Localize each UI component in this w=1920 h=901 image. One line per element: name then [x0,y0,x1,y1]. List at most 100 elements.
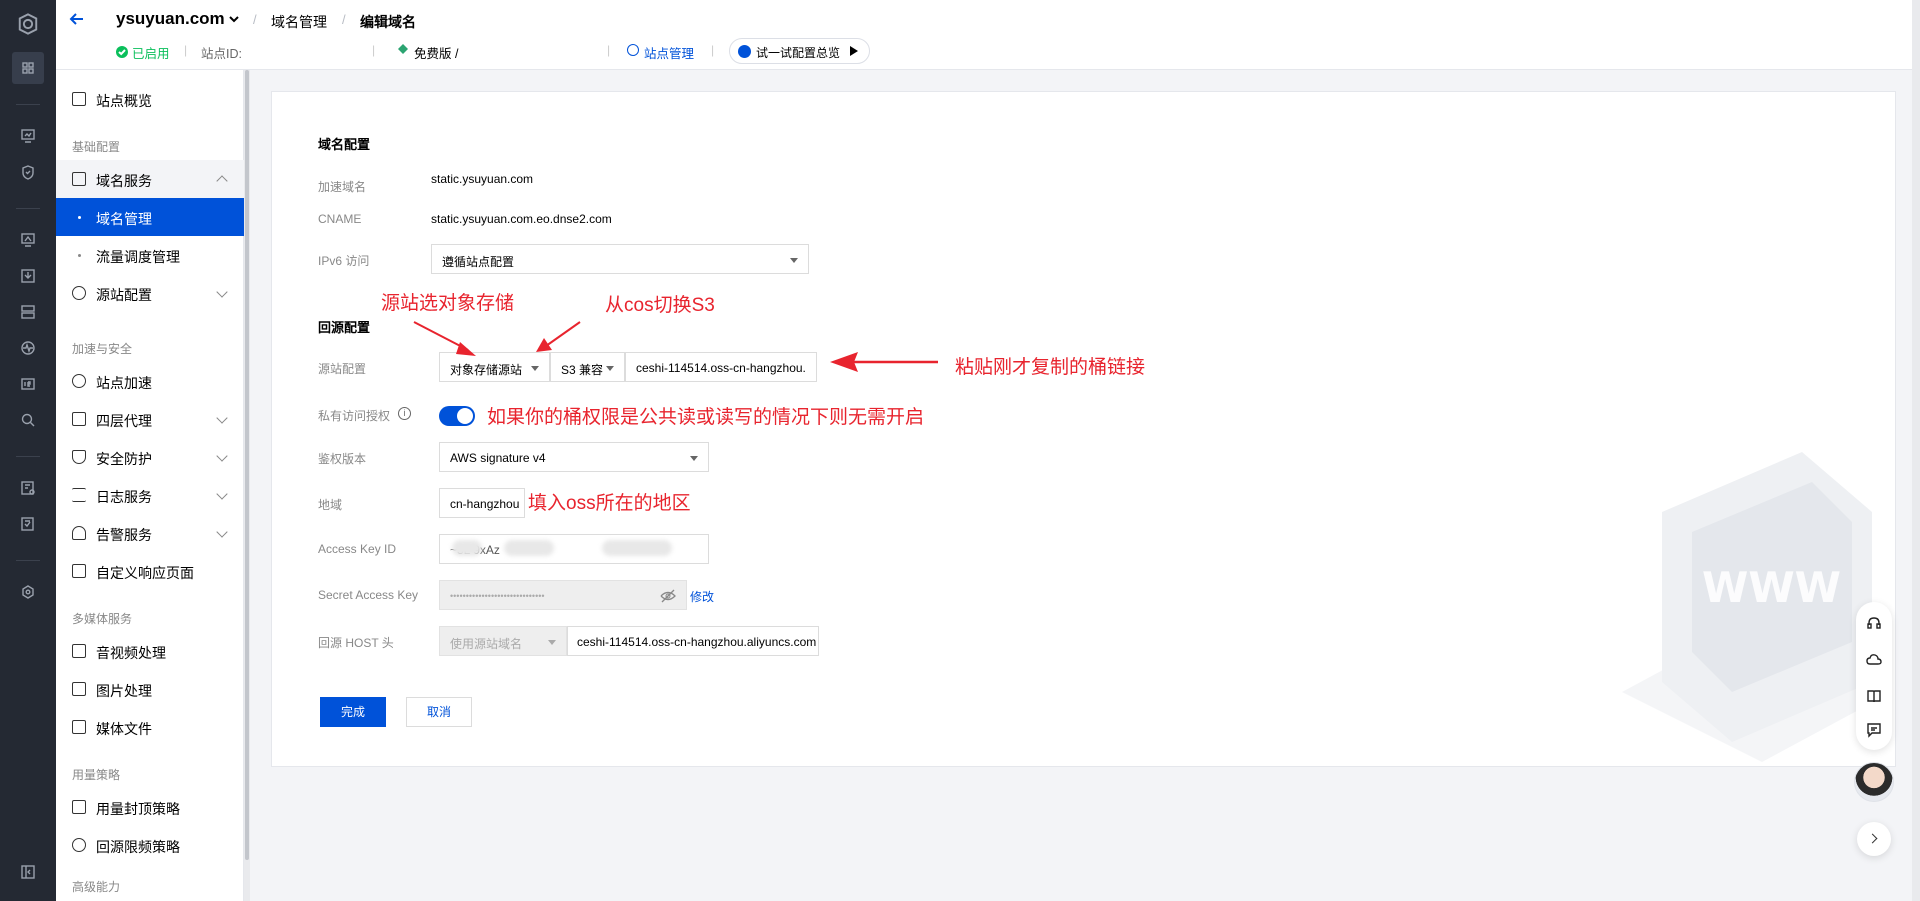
annotation-private-auth: 如果你的桶权限是公共读或读写的情况下则无需开启 [487,407,925,428]
chevron-down-icon [216,526,228,538]
download-icon[interactable] [18,266,38,286]
domain-edit-card: WWW 域名配置 加速域名 static.ysuyuan.com CNAME s… [271,91,1896,767]
annotation-s3: 从cos切换S3 [605,295,715,316]
eye-off-icon [660,589,676,603]
modify-secret-link[interactable]: 修改 [690,588,714,605]
sidebar-item-domain-manage[interactable]: 域名管理 [56,198,244,236]
region-input[interactable]: cn-hangzhou [439,488,525,518]
certificate-icon[interactable] [18,478,38,498]
page-icon [72,564,86,578]
arrow-annotation [830,352,938,372]
sidebar-group-basic: 基础配置 [72,140,121,154]
chevron-up-icon [216,175,228,187]
bell-icon [72,526,86,540]
breadcrumb-domain-manage[interactable]: 域名管理 [271,12,327,32]
breadcrumb-separator: / [253,12,257,27]
site-manage-link[interactable]: 站点管理 [644,43,694,62]
collapse-panel-icon[interactable] [18,862,38,882]
analytics-icon[interactable] [18,230,38,250]
caret-down-icon [531,366,539,371]
arrow-annotation [413,321,476,356]
chevron-down-icon[interactable] [227,12,241,26]
host-mode-select: 使用源站域名 [439,626,567,656]
sidebar-item-log-service[interactable]: 日志服务 [56,476,244,514]
info-icon[interactable]: i [398,407,411,420]
sidebar-group-advanced: 高级能力 [72,880,121,894]
origin-url-input[interactable]: ceshi-114514.oss-cn-hangzhou. [625,352,817,382]
shield-icon [72,450,86,464]
annotation-region: 填入oss所在的地区 [528,493,691,514]
expand-button[interactable] [1857,822,1891,856]
background-illustration: WWW [1622,452,1892,762]
ip-icon[interactable] [18,374,38,394]
chevron-down-icon [216,450,228,462]
sidebar-item-domain-service[interactable]: 域名服务 [56,160,244,198]
accel-domain-label: 加速域名 [318,180,367,194]
breadcrumb-separator: / [342,12,346,27]
list-icon [72,488,86,502]
sidebar-group-media: 多媒体服务 [72,612,133,626]
feedback-icon[interactable] [1866,722,1882,738]
window-scrollbar[interactable] [1912,0,1920,901]
secret-key-input: •••••••••••••••••••••••••••••• [439,580,687,610]
plan-icon [397,43,409,55]
site-name[interactable]: ysuyuan.com [116,9,225,29]
caret-down-icon [548,640,556,645]
sidebar-item-av-process[interactable]: 音视频处理 [56,632,244,670]
server-icon[interactable] [18,302,38,322]
rules-icon[interactable] [18,514,38,534]
cname-value: static.ysuyuan.com.eo.dnse2.com [431,212,612,226]
search-icon[interactable] [18,410,38,430]
section-title-origin: 回源配置 [318,320,371,335]
sidebar-item-usage-cap[interactable]: 用量封顶策略 [56,788,244,826]
annotation-origin-type: 源站选对象存储 [381,293,515,314]
assistant-avatar[interactable] [1854,762,1894,802]
auth-version-label: 鉴权版本 [318,452,367,466]
sidebar-item-alarm-service[interactable]: 告警服务 [56,514,244,552]
bookmark-icon [72,800,86,814]
sidebar-item-security[interactable]: 安全防护 [56,438,244,476]
sidebar-item-site-accel[interactable]: 站点加速 [56,362,244,400]
page-header: ysuyuan.com / 域名管理 / 编辑域名 已启用 | 站点ID: | … [56,0,1920,70]
sidebar-scrollbar-thumb[interactable] [245,70,249,860]
status-badge: 已启用 [132,47,170,61]
section-title-domain: 域名配置 [318,137,371,152]
try-config-overview-button[interactable]: 试一试配置总览 [729,38,870,64]
shield-icon[interactable] [18,162,38,182]
arrow-annotation [536,321,581,352]
support-icon[interactable] [1866,616,1882,632]
ipv6-select[interactable]: 遵循站点配置 [431,244,809,274]
video-icon [72,644,86,658]
cloud-icon[interactable] [1866,652,1882,668]
sidebar-item-media-files[interactable]: 媒体文件 [56,708,244,746]
chevron-down-icon [216,412,228,424]
done-button[interactable]: 完成 [320,697,386,727]
sidebar-item-l4-proxy[interactable]: 四层代理 [56,400,244,438]
monitor-icon[interactable] [18,126,38,146]
sidebar-item-origin-config[interactable]: 源站配置 [56,274,244,312]
sidebar-item-custom-page[interactable]: 自定义响应页面 [56,552,244,590]
cancel-button[interactable]: 取消 [406,697,472,727]
svg-text:WWW: WWW [1702,563,1841,612]
dashboard-icon[interactable] [12,52,44,84]
sidebar-item-overview[interactable]: 站点概览 [56,80,244,118]
hexagon-settings-icon[interactable] [18,582,38,602]
site-manage-icon [627,44,639,56]
pulse-icon[interactable] [18,338,38,358]
sidebar-item-image-process[interactable]: 图片处理 [56,670,244,708]
book-icon[interactable] [1866,688,1882,704]
host-value-input[interactable]: ceshi-114514.oss-cn-hangzhou.aliyuncs.co… [567,626,819,656]
back-arrow-icon[interactable] [68,10,88,30]
auth-version-select[interactable]: AWS signature v4 [439,442,709,472]
region-label: 地域 [318,498,343,512]
plan-label[interactable]: 免费版 / [414,43,458,62]
private-auth-toggle[interactable] [439,406,475,426]
play-icon [850,46,858,56]
logo-icon[interactable] [16,12,40,36]
secret-key-label: Secret Access Key [318,588,419,602]
sidebar-item-origin-limit[interactable]: 回源限频策略 [56,826,244,864]
origin-compat-select[interactable]: S3 兼容 [550,352,625,382]
sidebar-item-traffic-manage[interactable]: 流量调度管理 [56,236,244,274]
redaction [504,540,554,556]
host-header-label: 回源 HOST 头 [318,636,394,650]
